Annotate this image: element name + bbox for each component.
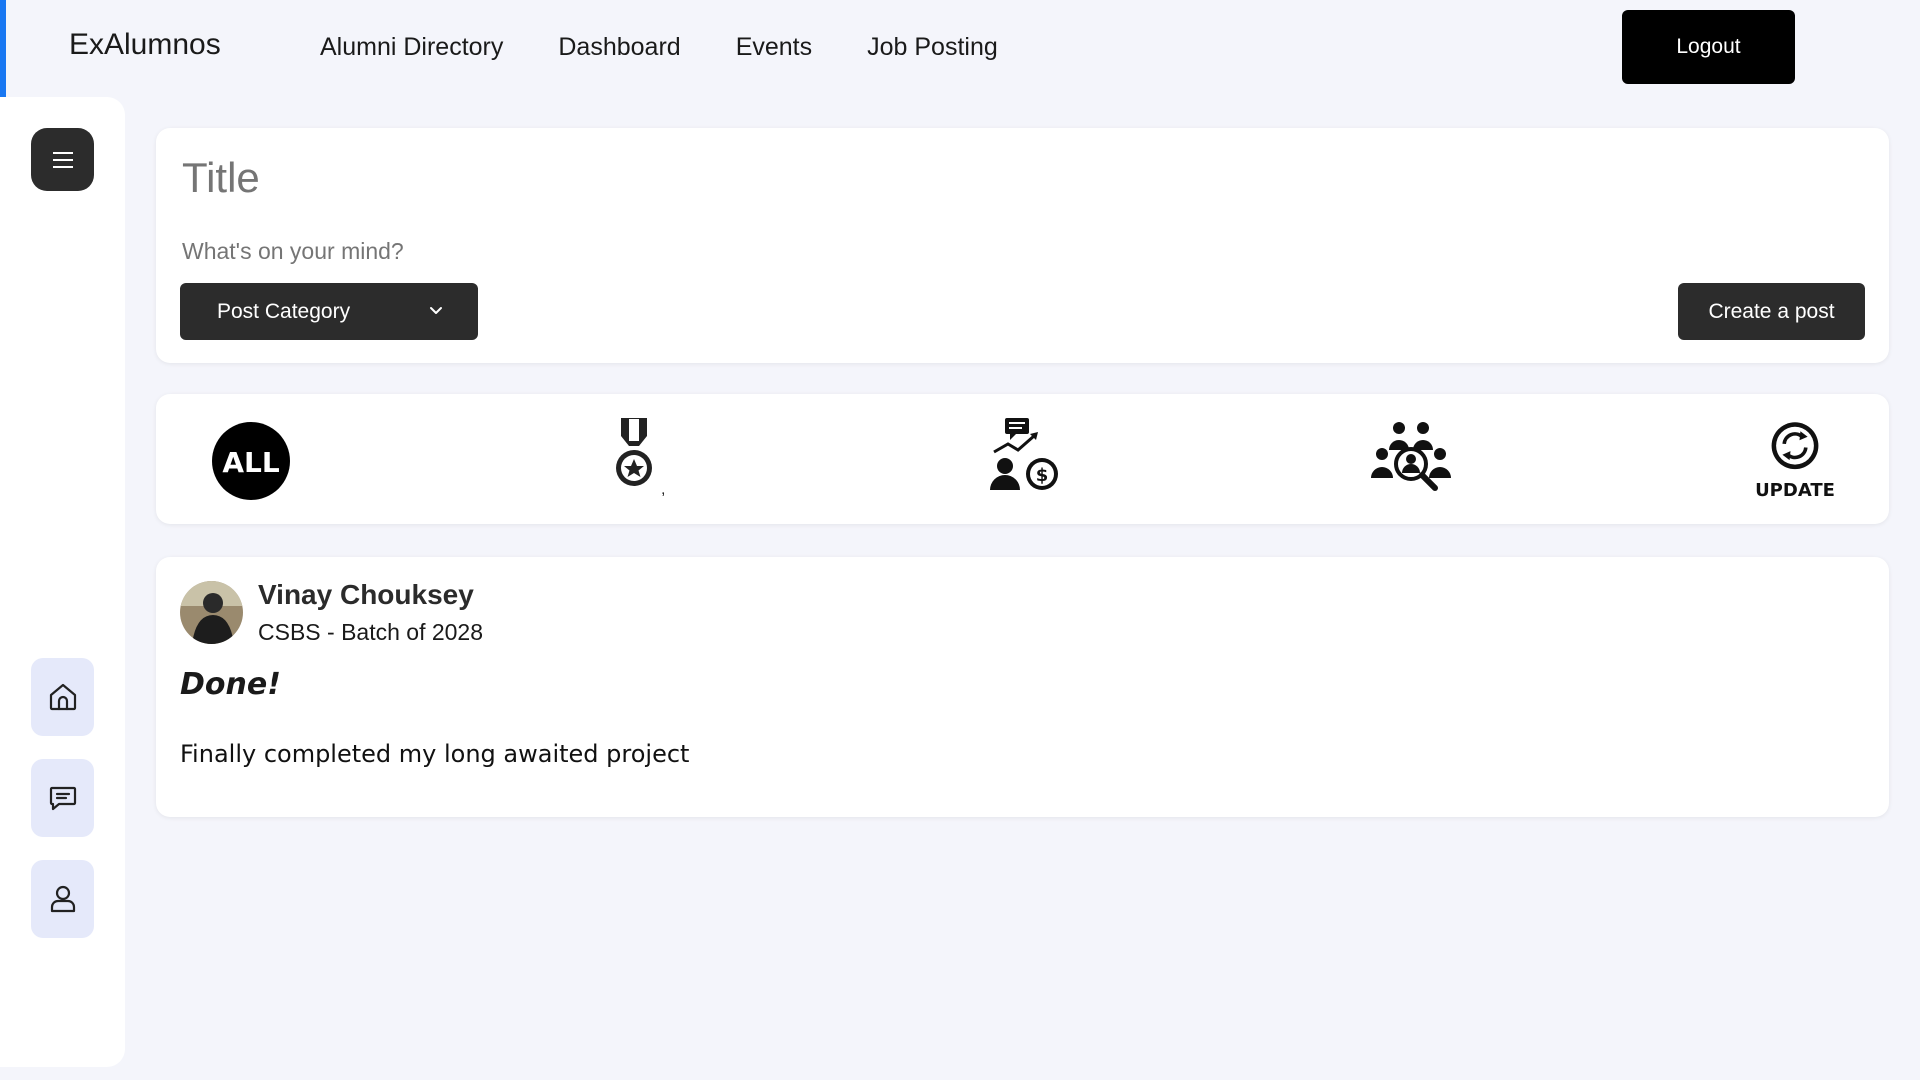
sidebar-home-button[interactable] — [31, 658, 94, 736]
filter-all-label: ALL — [222, 446, 280, 479]
chat-icon — [49, 786, 76, 811]
sidebar — [0, 97, 125, 1067]
post-card: Vinay Chouksey CSBS - Batch of 2028 Done… — [156, 557, 1889, 817]
all-icon: ALL — [212, 422, 290, 500]
filter-update-label: UPDATE — [1755, 480, 1835, 501]
nav-job-posting[interactable]: Job Posting — [867, 33, 998, 62]
sidebar-profile-button[interactable] — [31, 860, 94, 938]
nav-dashboard[interactable]: Dashboard — [558, 33, 680, 62]
hamburger-icon — [52, 151, 73, 168]
avatar[interactable] — [180, 581, 243, 644]
brand-logo[interactable]: ExAlumnos — [69, 28, 221, 62]
recruitment-icon — [1371, 422, 1451, 491]
top-navbar: ExAlumnos Alumni Directory Dashboard Eve… — [0, 0, 1920, 97]
investment-icon: $ — [990, 418, 1058, 490]
post-category-label: Post Category — [217, 299, 351, 323]
post-body-input[interactable] — [182, 226, 1782, 276]
achievement-medal-icon: , — [616, 418, 665, 498]
post-title: Done! — [180, 667, 281, 702]
home-icon — [49, 683, 76, 711]
filter-update[interactable]: UPDATE — [1750, 416, 1840, 506]
svg-text:$: $ — [1036, 465, 1049, 486]
nav-links: Alumni Directory Dashboard Events Job Po… — [320, 33, 1053, 62]
filter-all[interactable]: ALL — [206, 416, 296, 506]
filter-investment[interactable]: $ — [980, 416, 1070, 506]
menu-button[interactable] — [31, 128, 94, 191]
filter-recruitment[interactable] — [1367, 416, 1457, 506]
medal-suffix-label: , — [661, 481, 665, 498]
category-filter-bar: ALL , $ UPDATE — [156, 394, 1889, 524]
sidebar-chat-button[interactable] — [31, 759, 94, 837]
create-post-button[interactable]: Create a post — [1678, 283, 1865, 340]
profile-icon — [50, 885, 75, 913]
title-input[interactable] — [182, 150, 1782, 206]
chevron-down-icon — [430, 307, 442, 314]
post-category-dropdown[interactable]: Post Category — [180, 283, 478, 340]
nav-events[interactable]: Events — [736, 33, 812, 62]
post-composer: Post Category Create a post — [156, 128, 1889, 363]
logout-button[interactable]: Logout — [1622, 10, 1795, 84]
nav-alumni-directory[interactable]: Alumni Directory — [320, 33, 503, 62]
post-body: Finally completed my long awaited projec… — [180, 740, 690, 768]
user-avatar-image — [180, 581, 243, 644]
filter-achievements[interactable]: , — [589, 416, 679, 506]
post-author-batch: CSBS - Batch of 2028 — [258, 619, 484, 645]
post-author-name[interactable]: Vinay Chouksey — [258, 579, 474, 611]
update-icon: UPDATE — [1755, 422, 1835, 501]
